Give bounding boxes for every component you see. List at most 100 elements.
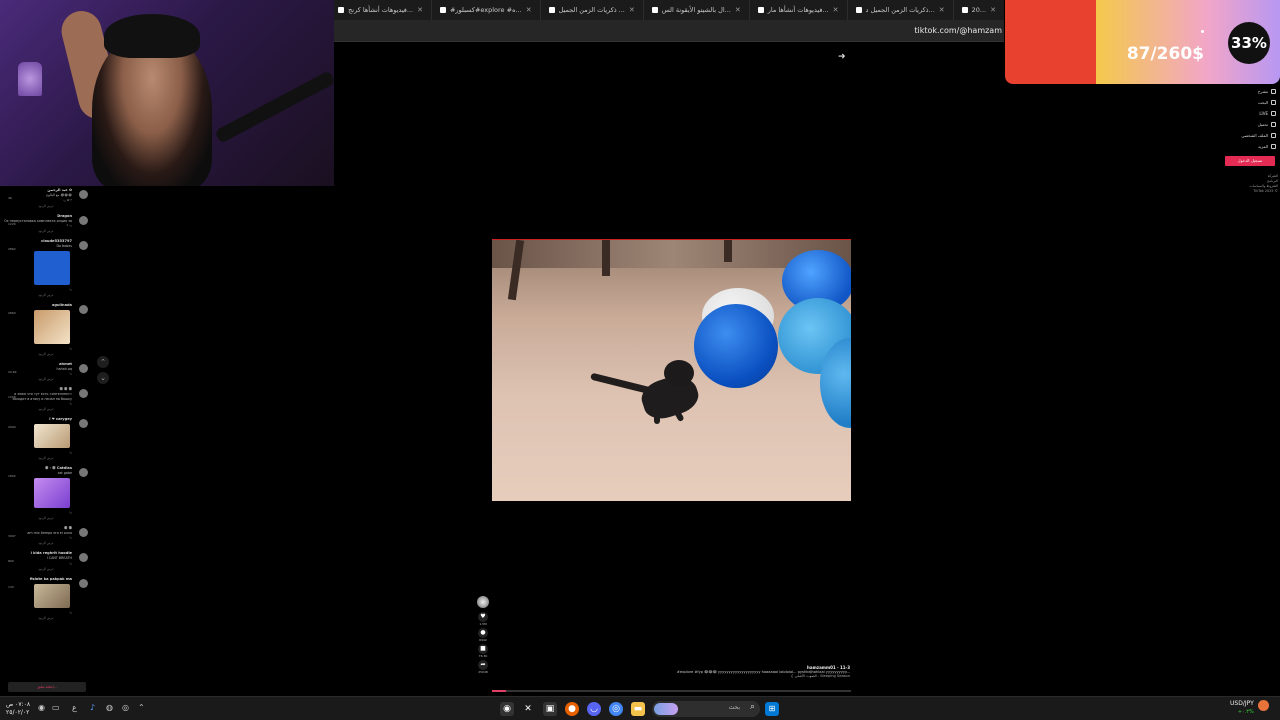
action-bookmark[interactable]: ■ 76.3K (476, 644, 490, 658)
view-replies-link[interactable]: عرض الردود (4, 350, 88, 358)
comment-likes[interactable]: 130 (8, 585, 14, 589)
nav-item[interactable]: LIVE (1220, 108, 1280, 119)
bookmark-icon[interactable]: ■ (478, 644, 488, 654)
comment-image[interactable] (34, 477, 70, 508)
browser-tab[interactable]: ذكريات الزمن الجميل د... ✕ (846, 0, 953, 20)
comment-likes[interactable]: 890 (8, 559, 14, 563)
close-icon[interactable]: ✕ (990, 6, 996, 14)
network-icon[interactable]: ▭ (52, 703, 60, 712)
close-icon[interactable]: ✕ (939, 6, 945, 14)
close-icon[interactable]: ✕ (735, 6, 741, 14)
browser-tab[interactable]: 20... ✕ (952, 0, 1004, 20)
heart-icon[interactable]: ♥ (478, 612, 488, 622)
nav-item[interactable]: مقترح (1220, 86, 1280, 97)
taskbar-search[interactable]: بحث ⌕ (652, 701, 760, 717)
view-replies-link[interactable]: عرض الردود (4, 614, 88, 622)
nav-item[interactable]: المزيد (1220, 141, 1280, 152)
commenter-avatar[interactable] (79, 553, 88, 562)
sound-icon[interactable]: ◉ (38, 703, 45, 712)
windows-start-icon[interactable]: ⊞ (765, 702, 779, 716)
comment-likes[interactable]: 2862 (8, 247, 16, 251)
browser-tab[interactable]: فيديوهات أنشأها كرنج... ✕ (334, 0, 431, 20)
language-icon[interactable]: ع (72, 703, 77, 712)
capcut-icon[interactable]: ✕ (521, 702, 535, 716)
comment-likes[interactable]: 29.6K (8, 370, 17, 374)
footer-link[interactable]: TikTok 2025 © (1238, 189, 1278, 194)
address-bar[interactable]: tiktok.com/@hamzam (334, 20, 1004, 42)
comment-likes[interactable]: 1220 (8, 222, 16, 226)
browser-tab[interactable]: ال بالشيتو الأيقونة الس... ✕ (642, 0, 749, 20)
commenter-name[interactable]: fisiote ka pakpak ma (4, 577, 88, 582)
caption-music[interactable]: ♫ الصوت الأصلي - Sleeping Season (640, 674, 850, 678)
close-icon[interactable]: ✕ (833, 6, 839, 14)
comment-likes[interactable]: 46 (8, 196, 12, 200)
tiktok-icon (548, 7, 555, 13)
url-text[interactable]: tiktok.com/@hamzam (914, 26, 1002, 35)
commenter-avatar[interactable] (79, 190, 88, 199)
commenter-avatar[interactable] (79, 389, 88, 398)
comment-image[interactable] (34, 424, 70, 448)
comment-image[interactable] (34, 309, 70, 344)
comment-likes[interactable]: 2990 (8, 425, 16, 429)
commenter-avatar[interactable] (79, 468, 88, 477)
view-replies-link[interactable]: عرض الردود (4, 375, 88, 383)
currency-widget[interactable]: USD/JPY +٠.٣% (1230, 700, 1254, 716)
browser-tab[interactable]: #كسبلور#explore #ه... ✕ (430, 0, 540, 20)
login-button[interactable]: تسجيل الدخول (1225, 156, 1275, 166)
share-icon[interactable]: ➦ (478, 660, 488, 670)
view-replies-link[interactable]: عرض الردود (4, 405, 88, 413)
nav-item[interactable]: البحث (1220, 97, 1280, 108)
comment-image[interactable] (34, 250, 70, 285)
view-replies-link[interactable]: عرض الردود (4, 291, 88, 299)
close-icon[interactable]: ✕ (417, 6, 423, 14)
discord-tray-icon[interactable]: ◎ (122, 703, 129, 712)
commenter-name[interactable]: i ❤ carygey (4, 417, 88, 422)
comment-likes[interactable]: 1802 (8, 474, 16, 478)
comment-likes[interactable]: 2860 (8, 311, 16, 315)
commenter-avatar[interactable] (79, 363, 88, 373)
action-heart[interactable]: ♥ 1.5M (476, 612, 490, 626)
close-icon[interactable]: ✕ (629, 6, 635, 14)
add-comment-input[interactable]: إضافة تعليق... (8, 682, 86, 692)
comment-image[interactable] (34, 583, 70, 608)
view-replies-link[interactable]: عرض الردود (4, 202, 88, 210)
scroll-up-icon[interactable]: ⌃ (97, 356, 109, 368)
comment-likes[interactable]: 1008 (8, 395, 16, 399)
commenter-avatar[interactable] (79, 578, 88, 588)
video-progress-bar[interactable] (492, 690, 851, 692)
commenter-name[interactable]: aguilnada (4, 303, 88, 308)
chrome-icon[interactable]: ◎ (609, 702, 623, 716)
mic-icon[interactable]: ♪ (90, 703, 95, 712)
view-replies-link[interactable]: عرض الردود (4, 454, 88, 462)
action-comment[interactable]: ● 6942 (476, 628, 490, 642)
view-replies-link[interactable]: عرض الردود (4, 227, 88, 235)
discord-icon[interactable]: ◡ (587, 702, 601, 716)
file-explorer-icon[interactable]: ▬ (631, 702, 645, 716)
video-player[interactable] (492, 240, 851, 501)
app-icon[interactable]: ▣ (543, 702, 557, 716)
creator-avatar[interactable] (477, 596, 489, 608)
clock[interactable]: ٠٧:٠٨ ص ٢٥/٠٢/٠٢ (6, 701, 30, 717)
commenter-avatar[interactable] (79, 215, 88, 225)
commenter-avatar[interactable] (79, 304, 88, 314)
comment-icon[interactable]: ● (478, 628, 488, 638)
browser-tab[interactable]: فيديوهات أنشأها مار... ✕ (748, 0, 847, 20)
commenter-avatar[interactable] (79, 241, 88, 250)
view-replies-link[interactable]: عرض الردود (4, 514, 88, 522)
comments-panel[interactable]: عبد الرحمن ✿ مع البالون 😂😂😂 ٣ ✿ رد 46 عرض ال… (0, 186, 92, 694)
view-replies-link[interactable]: عرض الردود (4, 565, 88, 573)
close-icon[interactable]: ✕ (526, 6, 532, 14)
commenter-avatar[interactable] (79, 419, 88, 428)
scroll-down-icon[interactable]: ⌄ (97, 372, 109, 384)
browser-tab[interactable]: ذكريات الزمن الجميل ... ✕ (539, 0, 643, 20)
commenter-avatar[interactable] (79, 527, 88, 537)
comment-likes[interactable]: 3997 (8, 534, 16, 538)
nav-item[interactable]: الملف الشخصي (1220, 130, 1280, 141)
view-replies-link[interactable]: عرض الردود (4, 539, 88, 547)
nav-item[interactable]: تحميل (1220, 119, 1280, 130)
app-tray-icon[interactable]: ◍ (106, 703, 113, 712)
action-share[interactable]: ➦ 25048 (476, 660, 490, 674)
chevron-up-icon[interactable]: ⌃ (138, 703, 145, 712)
obs-icon[interactable]: ◉ (500, 702, 514, 716)
firefox-icon[interactable]: ● (565, 702, 579, 716)
